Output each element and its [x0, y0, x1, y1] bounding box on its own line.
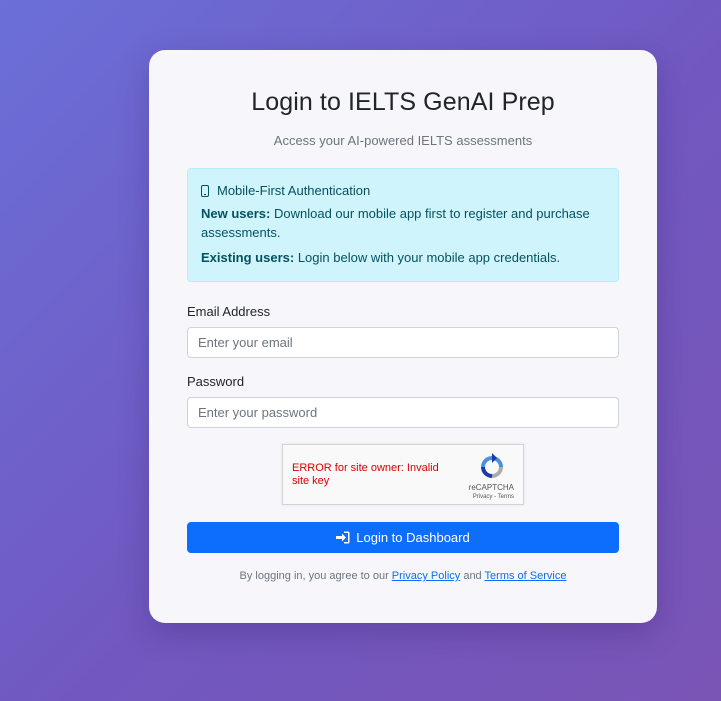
recaptcha-privacy-link[interactable]: Privacy [473, 494, 493, 500]
email-label: Email Address [187, 304, 271, 319]
login-button[interactable]: Login to Dashboard [187, 522, 619, 553]
login-button-label: Login to Dashboard [356, 530, 470, 545]
email-input[interactable] [187, 327, 619, 358]
recaptcha-brand: reCAPTCHA [468, 483, 514, 492]
recaptcha-logo-icon [481, 453, 503, 478]
privacy-policy-link[interactable]: Privacy Policy [392, 570, 460, 582]
page-subtitle: Access your AI-powered IELTS assessments [273, 133, 533, 148]
new-users-label: New users: [201, 206, 271, 221]
login-card: Login to IELTS GenAI Prep Access your AI… [149, 50, 657, 623]
terms-of-service-link[interactable]: Terms of Service [485, 570, 567, 582]
page-title: Login to IELTS GenAI Prep [251, 88, 555, 116]
new-users-note: New users: Download our mobile app first… [201, 204, 605, 242]
recaptcha-links: Privacy - Terms [473, 494, 514, 500]
agreement-conjunction: and [460, 570, 485, 582]
mobile-phone-icon [201, 184, 209, 197]
recaptcha-widget[interactable]: ERROR for site owner: Invalid site key r… [282, 444, 524, 505]
sign-in-icon [336, 531, 350, 544]
recaptcha-terms-link[interactable]: Terms [498, 494, 514, 500]
existing-users-note: Existing users: Login below with your mo… [201, 248, 605, 267]
alert-heading-text: Mobile-First Authentication [217, 183, 371, 198]
info-alert: Mobile-First Authentication New users: D… [187, 168, 619, 282]
agreement-text: By logging in, you agree to our Privacy … [187, 570, 619, 582]
alert-heading: Mobile-First Authentication [201, 181, 605, 200]
password-label: Password [187, 374, 245, 389]
existing-users-text: Login below with your mobile app credent… [294, 250, 561, 265]
password-input[interactable] [187, 397, 619, 428]
recaptcha-error: ERROR for site owner: Invalid site key [292, 462, 439, 487]
existing-users-label: Existing users: [201, 250, 295, 265]
agreement-prefix: By logging in, you agree to our [239, 570, 392, 582]
